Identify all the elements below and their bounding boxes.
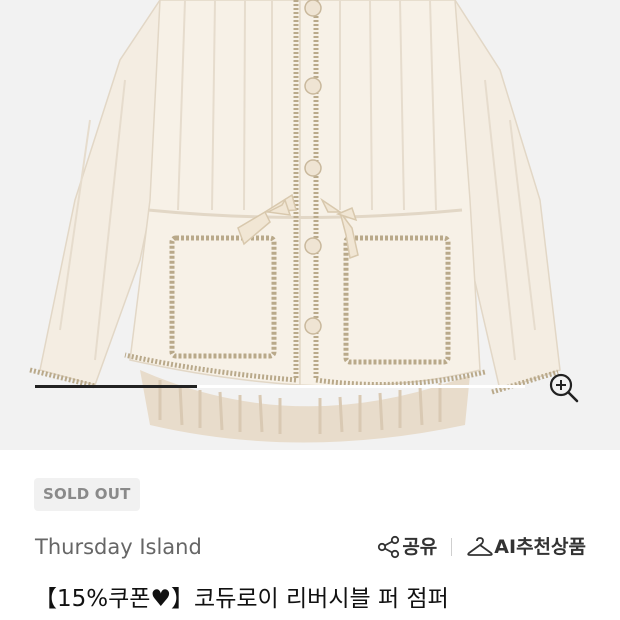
hanger-icon <box>467 537 493 556</box>
share-icon <box>378 535 400 559</box>
jacket-illustration <box>0 0 620 450</box>
share-button[interactable]: 공유 <box>376 533 437 561</box>
brand-name[interactable]: Thursday Island <box>35 533 202 561</box>
product-title: 【15%쿠폰♥】코듀로이 리버시블 퍼 점퍼 <box>34 586 449 612</box>
gallery-progress-fill <box>35 385 197 388</box>
share-label: 공유 <box>402 536 438 558</box>
gallery-progress <box>35 385 525 388</box>
actions-divider <box>451 538 453 556</box>
product-actions: 공유 AI추천상품 <box>376 532 586 562</box>
ai-recommend-label: AI추천상품 <box>494 536 586 558</box>
sold-out-badge: SOLD OUT <box>34 478 140 511</box>
ai-recommend-button[interactable]: AI추천상품 <box>466 533 586 561</box>
zoom-in-icon[interactable] <box>548 372 580 404</box>
product-image[interactable] <box>0 0 620 450</box>
